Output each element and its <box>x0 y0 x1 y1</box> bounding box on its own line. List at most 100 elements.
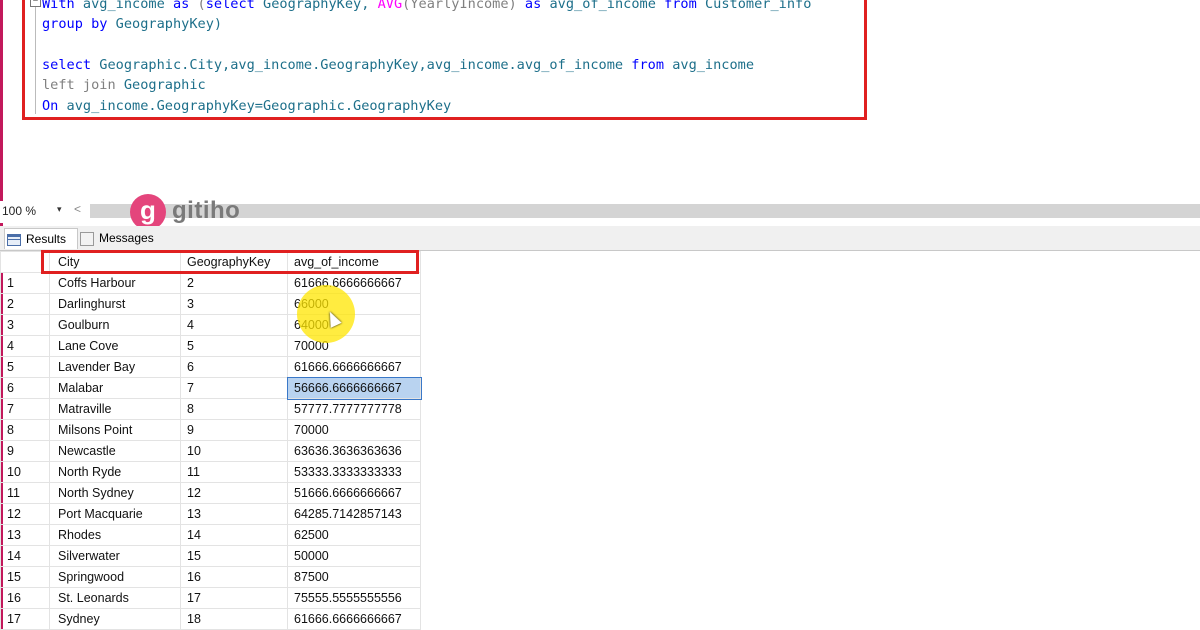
tab-results[interactable]: Results <box>4 228 78 249</box>
table-row[interactable]: 6 Malabar 7 56666.6666666667 <box>0 376 422 400</box>
cell-city[interactable]: Silverwater <box>49 545 181 567</box>
cell-geographykey[interactable]: 16 <box>180 566 288 588</box>
cell-geographykey[interactable]: 5 <box>180 335 288 357</box>
table-row[interactable]: 10 North Ryde 11 53333.3333333333 <box>0 461 421 483</box>
cell-avg-of-income-selected[interactable]: 56666.6666666667 <box>286 376 422 400</box>
cell-geographykey[interactable]: 13 <box>180 503 288 525</box>
cell-avg-of-income[interactable]: 61666.6666666667 <box>287 608 421 630</box>
table-row[interactable]: 2Darlinghurst366000 <box>0 293 421 315</box>
cell-avg-of-income[interactable]: 70000 <box>287 335 421 357</box>
cell-city[interactable]: North Ryde <box>49 461 181 483</box>
cell-geographykey[interactable]: 4 <box>180 314 288 336</box>
table-row[interactable]: 9 Newcastle 10 63636.3636363636 <box>0 440 421 462</box>
cell-geographykey[interactable]: 2 <box>180 272 288 294</box>
cell-avg-of-income[interactable]: 87500 <box>287 566 421 588</box>
row-number[interactable]: 3 <box>0 314 50 336</box>
row-number[interactable]: 11 <box>0 482 50 504</box>
table-row[interactable]: 15 Springwood 16 87500 <box>0 566 421 588</box>
code-line-5[interactable]: On avg_income.GeographyKey=Geographic.Ge… <box>42 98 451 114</box>
cell-city[interactable]: Rhodes <box>49 524 181 546</box>
cell-city[interactable]: Lavender Bay <box>49 356 181 378</box>
cell-geographykey[interactable]: 12 <box>180 482 288 504</box>
cell-avg-of-income[interactable]: 70000 <box>287 419 421 441</box>
table-row[interactable]: 4 Lane Cove 5 70000 <box>0 335 421 357</box>
cell-avg-of-income[interactable]: 53333.3333333333 <box>287 461 421 483</box>
table-row[interactable]: 5 Lavender Bay 6 61666.6666666667 <box>0 356 421 378</box>
row-number[interactable]: 1 <box>0 272 50 294</box>
row-number[interactable]: 4 <box>0 335 50 357</box>
row-number[interactable]: 5 <box>0 356 50 378</box>
cell-city[interactable]: Springwood <box>49 566 181 588</box>
cell-geographykey[interactable]: 6 <box>180 356 288 378</box>
cell-city[interactable]: Matraville <box>49 398 181 420</box>
keyword: On <box>42 98 59 114</box>
row-number[interactable]: 2 <box>0 293 50 315</box>
table-row[interactable]: 7 Matraville 8 57777.7777777778 <box>0 398 421 420</box>
cell-avg-of-income[interactable]: 50000 <box>287 545 421 567</box>
horizontal-scrollbar[interactable] <box>90 204 1200 218</box>
cell-city[interactable]: Malabar <box>49 377 181 399</box>
cell-geographykey[interactable]: 15 <box>180 545 288 567</box>
table-row[interactable]: 14 Silverwater 15 50000 <box>0 545 421 567</box>
cell-avg-of-income[interactable]: 75555.5555555556 <box>287 587 421 609</box>
cell-geographykey[interactable]: 9 <box>180 419 288 441</box>
gitiho-watermark: gitiho <box>172 197 241 224</box>
row-number[interactable]: 12 <box>0 503 50 525</box>
row-number[interactable]: 16 <box>0 587 50 609</box>
code-line-2[interactable]: group by GeographyKey) <box>42 16 222 32</box>
results-grid[interactable]: City GeographyKey avg_of_income 1 Coffs H… <box>0 251 422 630</box>
tab-results-label: Results <box>26 232 67 246</box>
zoom-level[interactable]: 100 % <box>2 204 36 218</box>
cell-city[interactable]: Coffs Harbour <box>49 272 181 294</box>
row-number[interactable]: 10 <box>0 461 50 483</box>
cell-city[interactable]: Lane Cove <box>49 335 181 357</box>
zoom-dropdown-icon[interactable]: ▾ <box>57 204 62 215</box>
code-text: avg_income <box>664 57 755 73</box>
table-row[interactable]: 13 Rhodes 14 62500 <box>0 524 421 546</box>
keyword: select <box>42 57 92 73</box>
cell-city[interactable]: Port Macquarie <box>49 503 181 525</box>
cell-geographykey[interactable]: 10 <box>180 440 288 462</box>
code-text: Geographic <box>115 77 206 93</box>
row-number[interactable]: 17 <box>0 608 50 630</box>
row-number[interactable]: 8 <box>0 419 50 441</box>
code-line-1[interactable]: With avg_income as (select GeographyKey,… <box>42 0 811 12</box>
cell-city[interactable]: Darlinghurst <box>49 293 181 315</box>
row-number[interactable]: 13 <box>0 524 50 546</box>
row-number[interactable]: 14 <box>0 545 50 567</box>
table-row[interactable]: 8 Milsons Point 9 70000 <box>0 419 421 441</box>
cell-city[interactable]: Goulburn <box>49 314 181 336</box>
cell-avg-of-income[interactable]: 64285.7142857143 <box>287 503 421 525</box>
cell-avg-of-income[interactable]: 51666.6666666667 <box>287 482 421 504</box>
cell-city[interactable]: Newcastle <box>49 440 181 462</box>
cell-geographykey[interactable]: 3 <box>180 293 288 315</box>
cell-avg-of-income[interactable]: 62500 <box>287 524 421 546</box>
cell-city[interactable]: Sydney <box>49 608 181 630</box>
cell-geographykey[interactable]: 18 <box>180 608 288 630</box>
table-row[interactable]: 3Goulburn464000 <box>0 314 421 336</box>
cell-avg-of-income[interactable]: 57777.7777777778 <box>287 398 421 420</box>
row-number[interactable]: 6 <box>0 377 50 399</box>
cell-avg-of-income[interactable]: 63636.3636363636 <box>287 440 421 462</box>
row-number[interactable]: 9 <box>0 440 50 462</box>
cell-city[interactable]: North Sydney <box>49 482 181 504</box>
cell-geographykey[interactable]: 7 <box>180 377 288 399</box>
row-number[interactable]: 7 <box>0 398 50 420</box>
table-row[interactable]: 11 North Sydney 12 51666.6666666667 <box>0 482 421 504</box>
cell-geographykey[interactable]: 11 <box>180 461 288 483</box>
cell-city[interactable]: Milsons Point <box>49 419 181 441</box>
code-line-3[interactable]: select Geographic.City,avg_income.Geogra… <box>42 57 754 73</box>
table-row[interactable]: 17 Sydney 18 61666.6666666667 <box>0 608 421 630</box>
scroll-left-icon[interactable]: < <box>74 202 81 216</box>
cell-avg-of-income[interactable]: 61666.6666666667 <box>287 356 421 378</box>
code-line-4[interactable]: left join Geographic <box>42 77 206 93</box>
cell-geographykey[interactable]: 17 <box>180 587 288 609</box>
table-row[interactable]: 12 Port Macquarie 13 64285.7142857143 <box>0 503 421 525</box>
cell-geographykey[interactable]: 14 <box>180 524 288 546</box>
cell-city[interactable]: St. Leonards <box>49 587 181 609</box>
table-row[interactable]: 1 Coffs Harbour 2 61666.6666666667 <box>0 272 421 294</box>
row-number[interactable]: 15 <box>0 566 50 588</box>
table-row[interactable]: 16 St. Leonards 17 75555.5555555556 <box>0 587 421 609</box>
cell-geographykey[interactable]: 8 <box>180 398 288 420</box>
tab-messages[interactable]: Messages <box>80 228 170 248</box>
